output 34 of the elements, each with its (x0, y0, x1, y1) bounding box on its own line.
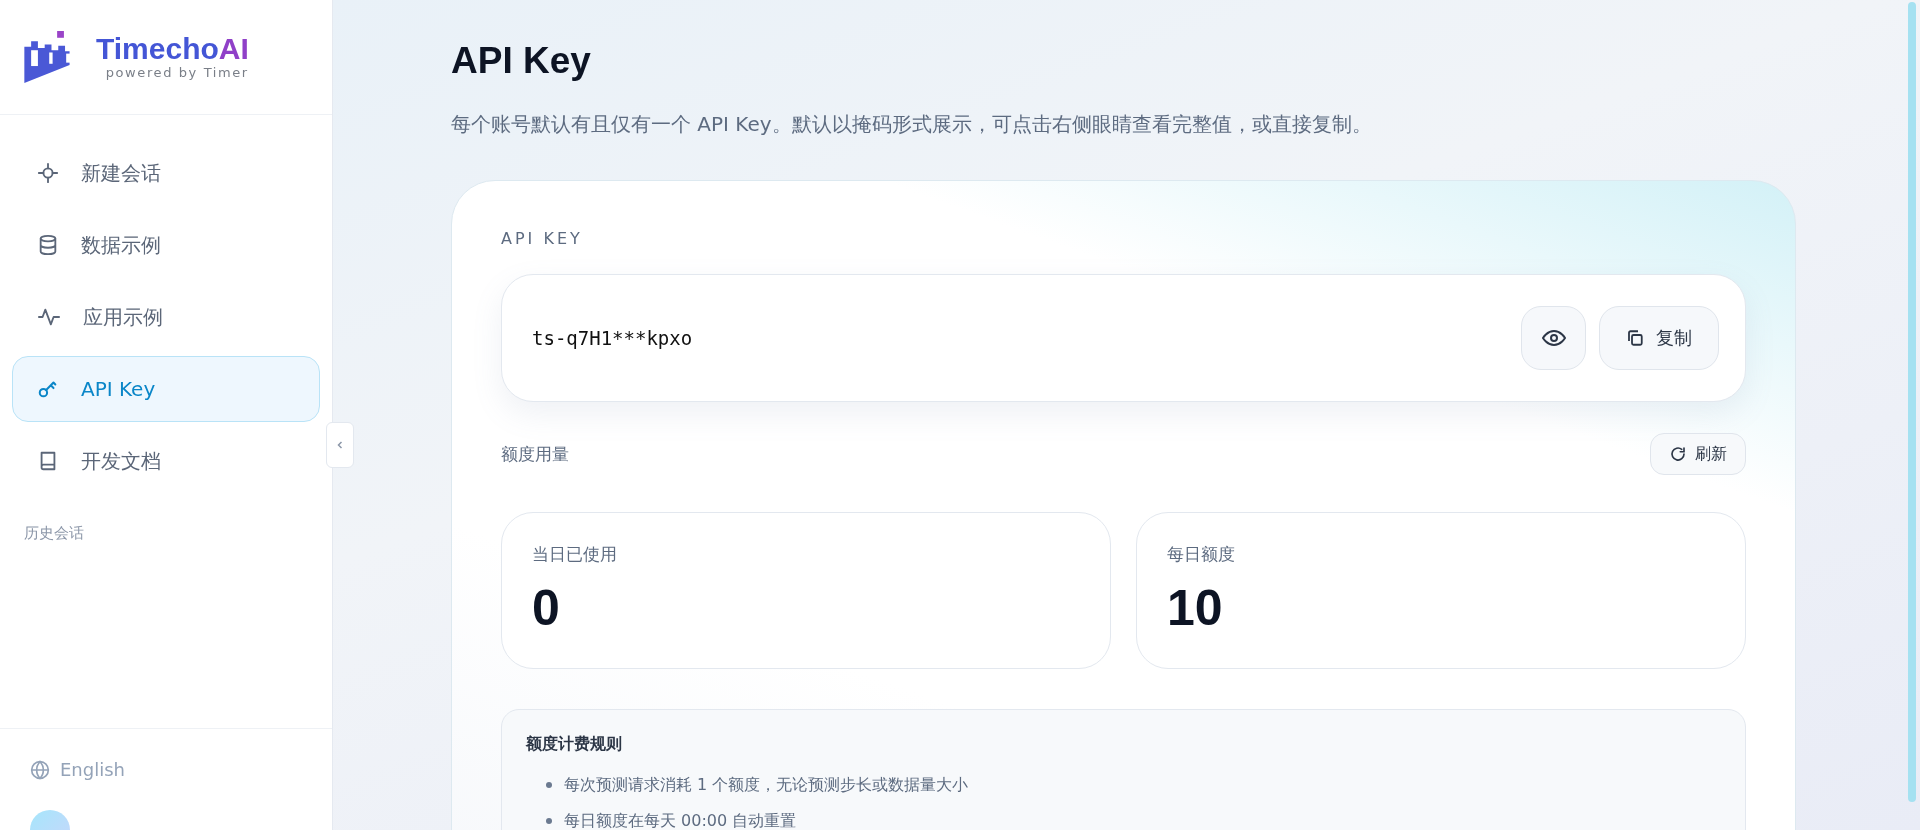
copy-icon (1626, 329, 1644, 347)
logo-wordmark: TimechoAI (96, 33, 249, 65)
page-title: API Key (451, 39, 592, 83)
rule-text: 每次预测请求消耗 1 个额度，无论预测步长或数据量大小 (564, 774, 969, 796)
pulse-icon (37, 306, 61, 328)
rules-title: 额度计费规则 (526, 734, 623, 755)
scrollbar[interactable] (1908, 2, 1916, 802)
stat-label: 每日额度 (1167, 543, 1236, 566)
page-description: 每个账号默认有且仅有一个 API Key。默认以掩码形式展示，可点击右侧眼睛查看完整值，或直接复制。 (451, 111, 1373, 138)
section-label: API KEY (501, 229, 584, 248)
stat-label: 当日已使用 (532, 543, 618, 566)
stat-value: 10 (1167, 579, 1224, 638)
copy-button[interactable]: 复制 (1599, 306, 1719, 370)
refresh-button[interactable]: 刷新 (1650, 433, 1746, 475)
bullet-icon (546, 782, 552, 788)
stat-value: 0 (532, 579, 561, 638)
section-heading: 额度用量 (501, 442, 569, 466)
nav-item[interactable]: API Key (12, 356, 320, 422)
database-icon (37, 234, 59, 256)
nav-item[interactable]: 应用示例 (12, 284, 320, 350)
section-heading: 历史会话 (23, 523, 85, 543)
globe-icon (30, 759, 50, 780)
show-key-button[interactable] (1521, 306, 1586, 370)
nav-item[interactable]: 开发文档 (12, 428, 320, 494)
logo-tagline: powered by Timer (105, 65, 249, 81)
bullet-icon (546, 818, 552, 824)
crosshair-icon (37, 162, 59, 184)
refresh-icon (1669, 445, 1687, 463)
collapse-button[interactable] (326, 422, 354, 468)
nav-item[interactable]: 新建会话 (12, 140, 320, 206)
api-key-value: ts-q7H1***kpxo (532, 327, 694, 349)
rule-text: 每日额度在每天 00:00 自动重置 (564, 810, 797, 830)
chevron-left-icon (335, 440, 345, 450)
nav-item[interactable]: 数据示例 (12, 212, 320, 278)
